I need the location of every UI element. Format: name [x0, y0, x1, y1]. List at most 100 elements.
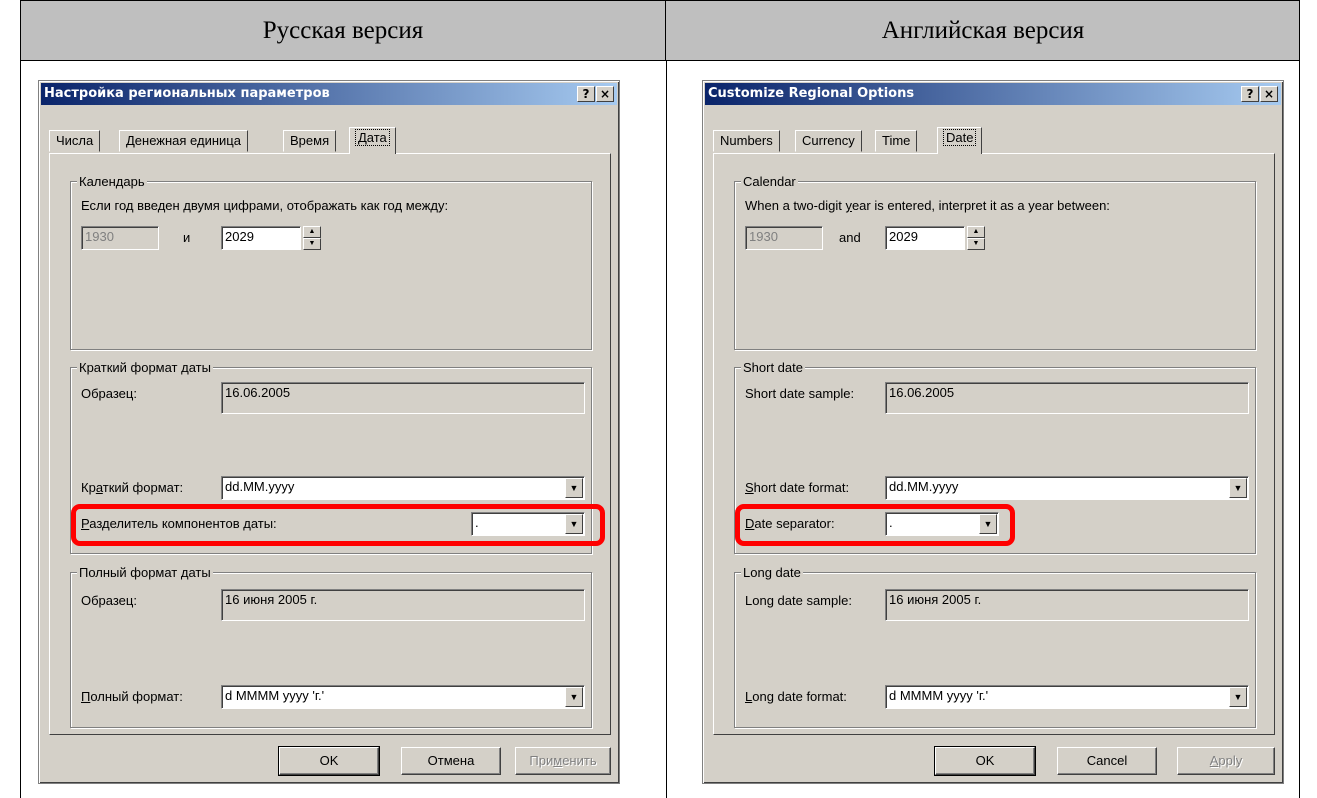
dialog-russian: Настройка региональных параметров ? × Чи… [38, 80, 620, 784]
long-date-sample-label: Образец: [81, 593, 137, 608]
year-to-field[interactable]: 2029 [885, 226, 965, 250]
long-date-format-label: Полный формат: [81, 689, 183, 704]
header-russian-version: Русская версия [21, 1, 666, 60]
tab-currency[interactable]: Денежная единица [119, 130, 248, 152]
combo-value: dd.MM.yyyy [889, 479, 959, 494]
combo-value: d MMMM yyyy 'г.' [225, 688, 325, 703]
short-date-sample-field: 16.06.2005 [221, 382, 585, 414]
and-label: и [183, 230, 191, 245]
label-part: енить [562, 753, 597, 768]
tab-label: Time [882, 133, 911, 148]
and-label: and [839, 230, 861, 245]
tab-label: Денежная единица [126, 133, 241, 148]
help-button[interactable]: ? [1241, 86, 1259, 102]
title-bar[interactable]: Customize Regional Options ? × [705, 83, 1281, 105]
dialog-title: Customize Regional Options [708, 86, 915, 101]
label-part: ткий формат: [102, 480, 184, 495]
label-part: ong date format: [752, 689, 847, 704]
dropdown-icon[interactable]: ▼ [565, 478, 583, 498]
long-date-format-combo[interactable]: d MMMM yyyy 'г.' ▼ [885, 685, 1249, 709]
dialog-title: Настройка региональных параметров [44, 86, 330, 101]
separator-highlight-en [735, 504, 1015, 546]
calendar-group: Calendar When a two-digit year is entere… [734, 174, 1256, 350]
ok-button[interactable]: OK [934, 746, 1036, 776]
calendar-group-title: Календарь [77, 174, 147, 189]
combo-value: dd.MM.yyyy [225, 479, 295, 494]
long-date-group-title: Полный формат даты [77, 565, 213, 580]
tab-date[interactable]: Date [937, 127, 983, 154]
tab-time[interactable]: Время [283, 130, 337, 152]
short-date-format-combo[interactable]: dd.MM.yyyy ▼ [885, 476, 1249, 500]
long-date-group: Полный формат даты Образец: 16 июня 2005… [70, 565, 592, 728]
help-button[interactable]: ? [577, 86, 595, 102]
tab-label: Дата [355, 129, 390, 146]
long-date-format-label: Long date format: [745, 689, 847, 704]
close-button[interactable]: × [596, 86, 614, 102]
dropdown-icon[interactable]: ▼ [565, 687, 583, 707]
year-spinner[interactable]: ▲ ▼ [967, 226, 985, 250]
table-header: Русская версия Английская версия [21, 1, 1299, 61]
separator-highlight-ru [71, 504, 605, 546]
short-date-format-label: Краткий формат: [81, 480, 183, 495]
label-accelerator: м [553, 753, 563, 768]
year-to-field[interactable]: 2029 [221, 226, 301, 250]
close-button[interactable]: × [1260, 86, 1278, 102]
label-part: hort date format: [753, 480, 850, 495]
tab-label: Numbers [720, 133, 773, 148]
tab-label: Время [290, 133, 330, 148]
label-accelerator: П [81, 689, 91, 704]
year-spinner[interactable]: ▲ ▼ [303, 226, 321, 250]
label-accelerator: а [95, 480, 103, 495]
spin-down-icon[interactable]: ▼ [303, 238, 321, 250]
short-date-sample-label: Short date sample: [745, 386, 855, 401]
dropdown-icon[interactable]: ▼ [1229, 478, 1247, 498]
short-date-group-title: Short date [741, 360, 805, 375]
tab-time[interactable]: Time [875, 130, 918, 152]
ok-button[interactable]: OK [278, 746, 380, 776]
year-from-field: 1930 [81, 226, 159, 250]
short-date-sample-field: 16.06.2005 [885, 382, 1249, 414]
tab-panel-date: Календарь Если год введен двумя цифрами,… [49, 153, 611, 735]
year-from-field: 1930 [745, 226, 823, 250]
short-date-sample-label: Образец: [81, 386, 137, 401]
spin-down-icon[interactable]: ▼ [967, 238, 985, 250]
label-part: олный формат: [90, 689, 183, 704]
tab-panel-date: Calendar When a two-digit year is entere… [713, 153, 1275, 735]
apply-button[interactable]: Применить [515, 747, 611, 775]
combo-value: d MMMM yyyy 'г.' [889, 688, 989, 703]
calendar-group-title: Calendar [741, 174, 798, 189]
short-date-group-title: Краткий формат даты [77, 360, 213, 375]
two-digit-year-label: When a two-digit year is entered, interp… [745, 198, 1110, 213]
label-part: pply [1218, 753, 1243, 768]
spin-up-icon[interactable]: ▲ [967, 226, 985, 238]
tab-numbers[interactable]: Numbers [713, 130, 780, 152]
long-date-group: Long date Long date sample: 16 июня 2005… [734, 565, 1256, 728]
label-part: Кр [81, 480, 96, 495]
calendar-group: Календарь Если год введен двумя цифрами,… [70, 174, 592, 350]
two-digit-year-label: Если год введен двумя цифрами, отображат… [81, 198, 449, 213]
tab-currency[interactable]: Currency [795, 130, 862, 152]
label-part: ear is entered, interpret it as a year b… [851, 198, 1110, 213]
short-date-format-combo[interactable]: dd.MM.yyyy ▼ [221, 476, 585, 500]
short-date-format-label: Short date format: [745, 480, 849, 495]
dropdown-icon[interactable]: ▼ [1229, 687, 1247, 707]
tab-label: Числа [56, 133, 94, 148]
apply-button[interactable]: Apply [1177, 747, 1275, 775]
tab-label: Currency [802, 133, 855, 148]
long-date-format-combo[interactable]: d MMMM yyyy 'г.' ▼ [221, 685, 585, 709]
cancel-button[interactable]: Отмена [401, 747, 501, 775]
long-date-sample-field: 16 июня 2005 г. [221, 589, 585, 621]
tab-label: Date [942, 129, 977, 146]
title-bar[interactable]: Настройка региональных параметров ? × [41, 83, 617, 105]
label-part: При [529, 753, 554, 768]
spin-up-icon[interactable]: ▲ [303, 226, 321, 238]
label-part: When a two-digit [745, 198, 846, 213]
column-divider [666, 61, 667, 798]
long-date-sample-field: 16 июня 2005 г. [885, 589, 1249, 621]
header-english-version: Английская версия [881, 16, 1085, 44]
long-date-sample-label: Long date sample: [745, 593, 852, 608]
cancel-button[interactable]: Cancel [1057, 747, 1157, 775]
long-date-group-title: Long date [741, 565, 803, 580]
tab-numbers[interactable]: Числа [49, 130, 101, 152]
tab-date[interactable]: Дата [349, 127, 396, 154]
